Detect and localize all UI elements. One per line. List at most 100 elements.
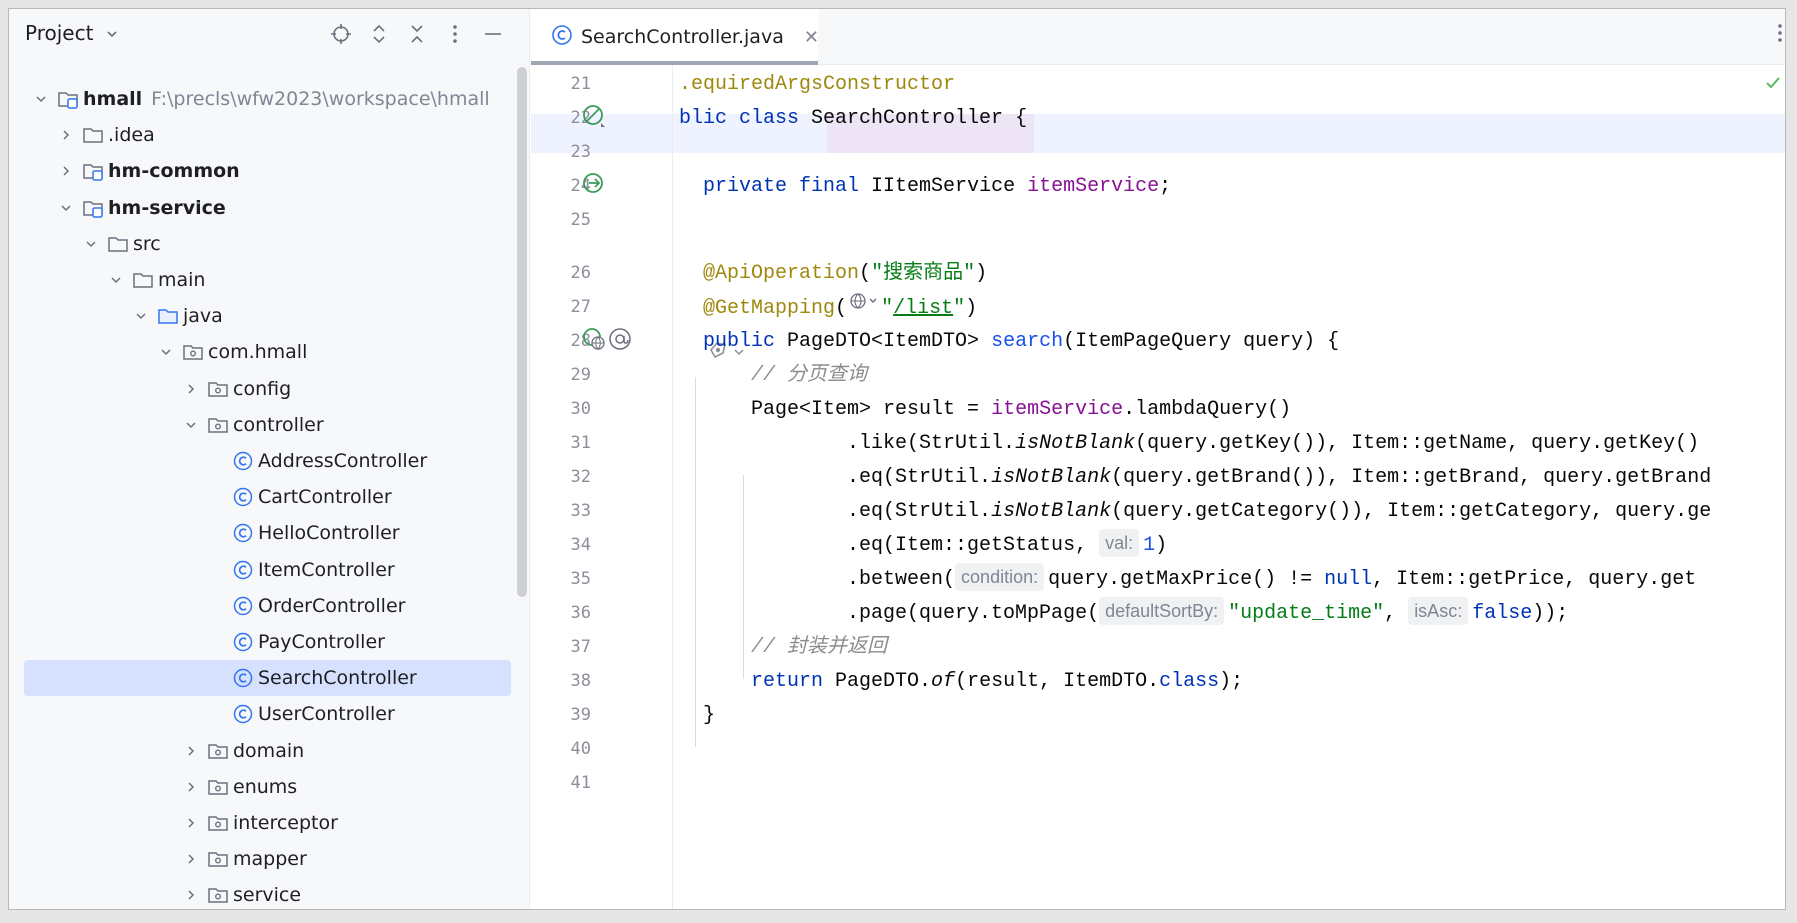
tree-item-label: SearchController — [258, 667, 417, 690]
class-icon — [232, 631, 254, 653]
tree-item-path: F:\precls\wfw2023\workspace\hmall — [151, 88, 490, 110]
tree-item-main[interactable]: main — [9, 262, 519, 298]
tree-item-hm-common[interactable]: hm-common — [9, 153, 519, 189]
tree-item-java[interactable]: java — [9, 298, 519, 334]
expand-all-icon[interactable] — [367, 22, 391, 46]
package-icon — [207, 884, 229, 906]
parameter-hint: condition: — [955, 562, 1045, 591]
chevron-right-icon[interactable] — [183, 887, 199, 903]
annotation-gutter-icon[interactable] — [607, 326, 633, 352]
package-icon — [207, 848, 229, 870]
tree-item-label: PayController — [258, 631, 385, 653]
chevron-down-icon[interactable] — [58, 200, 74, 216]
editor-tab-bar: SearchController.java ✕ — [531, 9, 1785, 65]
project-panel: Project hmall F:\precls\wfw2023\workspace… — [9, 9, 530, 909]
tree-item-label: UserController — [258, 703, 395, 726]
chevron-down-icon[interactable] — [108, 272, 124, 288]
tree-item-label: OrderController — [258, 594, 406, 617]
folder-icon — [107, 233, 129, 255]
tree-item-domain[interactable]: domain — [9, 733, 519, 769]
parameter-hint: isAsc: — [1408, 596, 1469, 625]
code-line[interactable]: 41 — [531, 764, 1785, 803]
tree-item-label: mapper — [233, 848, 307, 871]
tree-item-config[interactable]: config — [9, 371, 519, 407]
hide-panel-icon[interactable] — [481, 22, 505, 46]
tree-item-service[interactable]: service — [9, 877, 519, 909]
tree-item-cartcontroller[interactable]: CartController — [9, 479, 519, 515]
tree-item-mapper[interactable]: mapper — [9, 841, 519, 877]
tree-item-label: service — [233, 884, 302, 907]
tab-search-controller[interactable]: SearchController.java ✕ — [531, 9, 819, 65]
tree-item-hm-service[interactable]: hm-service — [9, 190, 519, 226]
editor: SearchController.java ✕ 21 .equiredArgsC… — [531, 9, 1785, 909]
chevron-down-icon[interactable] — [158, 344, 174, 360]
more-tabs-icon[interactable] — [1777, 23, 1783, 47]
chevron-right-icon[interactable] — [183, 815, 199, 831]
folder-icon — [132, 269, 154, 291]
tree-item-label: hm-common — [108, 160, 240, 183]
folder-icon — [82, 124, 104, 146]
spring-bean-icon[interactable] — [581, 103, 607, 129]
tree-item-idea[interactable]: .idea — [9, 117, 519, 153]
tree-item-interceptor[interactable]: interceptor — [9, 805, 519, 841]
tree-item-ordercontroller[interactable]: OrderController — [9, 588, 519, 624]
line-number: 25 — [570, 210, 591, 230]
chevron-right-icon[interactable] — [183, 381, 199, 397]
chevron-down-icon[interactable] — [33, 91, 49, 107]
tree-item-label: HelloController — [258, 522, 400, 545]
code-area[interactable]: 21 .equiredArgsConstructor 22 blic class Se… — [531, 65, 1785, 909]
source-folder-icon — [157, 305, 179, 327]
class-icon — [232, 595, 254, 617]
class-icon — [232, 703, 254, 725]
tree-item-label: AddressController — [258, 450, 428, 472]
parameter-hint: defaultSortBy: — [1099, 596, 1225, 625]
collapse-all-icon[interactable] — [405, 22, 429, 46]
tree-item-label: config — [233, 377, 292, 400]
chevron-right-icon[interactable] — [58, 127, 74, 143]
class-icon — [551, 24, 573, 50]
tree-item-controller[interactable]: controller — [9, 407, 519, 443]
chevron-down-icon[interactable] — [105, 26, 119, 45]
chevron-down-icon[interactable] — [83, 236, 99, 252]
close-icon[interactable]: ✕ — [804, 27, 819, 48]
locate-file-icon[interactable] — [329, 22, 353, 46]
chevron-right-icon[interactable] — [58, 163, 74, 179]
chevron-down-icon[interactable] — [183, 417, 199, 433]
parameter-hint: val: — [1099, 528, 1140, 557]
tree-item-label: com.hmall — [208, 341, 308, 364]
autowired-injection-icon[interactable] — [581, 171, 607, 197]
tree-item-hellocontroller[interactable]: HelloController — [9, 515, 519, 551]
package-icon — [207, 740, 229, 762]
chevron-right-icon[interactable] — [183, 779, 199, 795]
module-folder-icon — [57, 88, 79, 110]
tree-item-itemcontroller[interactable]: ItemController — [9, 552, 519, 588]
web-endpoint-gutter-icon[interactable] — [581, 326, 607, 352]
tree-item-searchcontroller[interactable]: SearchController — [9, 660, 519, 697]
package-icon — [207, 776, 229, 798]
project-view-selector[interactable]: Project — [25, 21, 93, 45]
tree-item-hmall[interactable]: hmall F:\precls\wfw2023\workspace\hmall — [9, 81, 519, 117]
project-panel-header: Project — [9, 9, 529, 59]
tree-item-label: enums — [233, 775, 298, 798]
tree-scrollbar[interactable] — [517, 67, 527, 597]
tab-label: SearchController.java — [581, 26, 784, 48]
chevron-right-icon[interactable] — [183, 851, 199, 867]
tree-item-label: main — [158, 269, 206, 291]
tree-item-label: interceptor — [233, 812, 338, 834]
tree-item-src[interactable]: src — [9, 226, 519, 262]
web-endpoint-icon[interactable] — [849, 286, 879, 325]
class-icon — [232, 486, 254, 508]
code-line[interactable]: 25 — [531, 201, 1785, 240]
tree-item-usercontroller[interactable]: UserController — [9, 696, 519, 732]
tree-item-enums[interactable]: enums — [9, 769, 519, 805]
tree-item-label: controller — [233, 413, 324, 436]
tree-item-com-hmall[interactable]: com.hmall — [9, 334, 519, 370]
tree-item-paycontroller[interactable]: PayController — [9, 624, 519, 660]
tree-item-addresscontroller[interactable]: AddressController — [9, 443, 519, 479]
chevron-right-icon[interactable] — [183, 743, 199, 759]
more-options-icon[interactable] — [443, 22, 467, 46]
chevron-down-icon[interactable] — [133, 308, 149, 324]
tree-item-label: .idea — [108, 124, 155, 147]
line-number: 41 — [570, 773, 591, 793]
tree-item-label: hmall — [83, 88, 143, 110]
